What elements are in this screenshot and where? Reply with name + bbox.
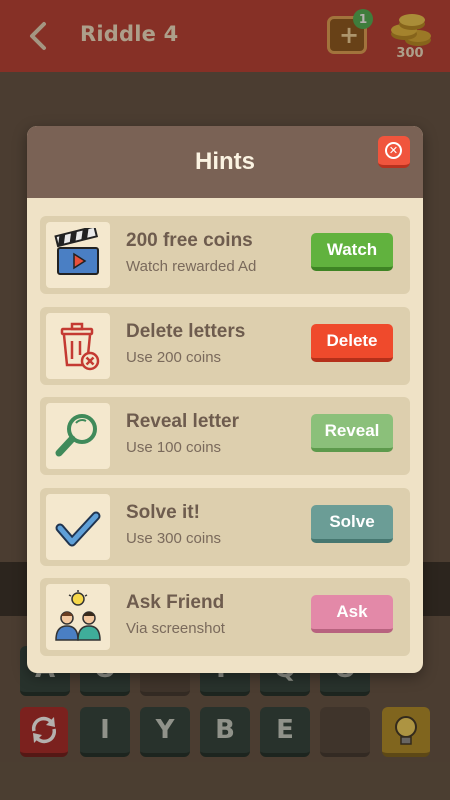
modal-title: Hints	[195, 148, 255, 175]
checkmark-icon	[46, 494, 110, 560]
close-icon: ✕	[385, 142, 402, 159]
magnifier-icon	[46, 403, 110, 469]
delete-button[interactable]: Delete	[311, 324, 393, 362]
solve-button[interactable]: Solve	[311, 505, 393, 543]
friends-icon	[46, 584, 110, 650]
hint-subtitle: Use 200 coins	[126, 349, 222, 366]
ask-button[interactable]: Ask	[311, 595, 393, 633]
hint-subtitle: Watch rewarded Ad	[126, 258, 257, 275]
clapperboard-icon	[46, 222, 110, 288]
hint-title: Reveal letter	[126, 411, 240, 432]
hint-title: 200 free coins	[126, 230, 253, 251]
reveal-button[interactable]: Reveal	[311, 414, 393, 452]
hint-row-delete-letters: Delete letters Use 200 coins Delete	[40, 307, 410, 385]
hint-title: Ask Friend	[126, 592, 225, 613]
trash-icon	[46, 313, 110, 379]
hint-subtitle: Use 300 coins	[126, 530, 222, 547]
hint-subtitle: Via screenshot	[126, 620, 225, 637]
hint-row-free-coins: 200 free coins Watch rewarded Ad Watch	[40, 216, 410, 294]
hint-title: Delete letters	[126, 321, 246, 342]
hint-row-reveal-letter: Reveal letter Use 100 coins Reveal	[40, 397, 410, 475]
hint-row-solve-it: Solve it! Use 300 coins Solve	[40, 488, 410, 566]
hints-modal: Hints ✕ 200 free coins Watch rewarded Ad…	[27, 126, 423, 673]
modal-header: Hints ✕	[27, 126, 423, 198]
close-button[interactable]: ✕	[378, 136, 410, 168]
hint-row-ask-friend: Ask Friend Via screenshot Ask	[40, 578, 410, 656]
hint-subtitle: Use 100 coins	[126, 439, 222, 456]
hint-title: Solve it!	[126, 502, 200, 523]
watch-button[interactable]: Watch	[311, 233, 393, 271]
